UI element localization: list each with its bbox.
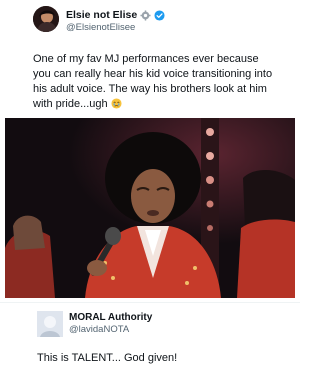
- avatar-image: [33, 6, 59, 32]
- author-avatar[interactable]: [33, 6, 59, 32]
- reply-author-name[interactable]: MORAL Authority: [69, 312, 152, 323]
- tweet-text: One of my fav MJ performances ever becau…: [33, 52, 273, 112]
- author-name-row: Elsie not Elise: [66, 9, 165, 21]
- performance-still-image: [5, 118, 295, 298]
- reply-avatar-image: [37, 311, 63, 337]
- author-handle[interactable]: @ElsienotElisee: [66, 22, 135, 33]
- tweet-media-video[interactable]: [5, 118, 295, 298]
- reply-divider: [0, 302, 300, 303]
- tweet-body: One of my fav MJ performances ever becau…: [33, 53, 273, 110]
- verified-badge-icon: [154, 9, 165, 21]
- gear-emoji: [140, 9, 151, 21]
- author-name[interactable]: Elsie not Elise: [66, 9, 137, 21]
- tweet-post[interactable]: Elsie not Elise @ElsienotElisee One of m…: [0, 0, 300, 300]
- crying-face-emoji: [111, 98, 122, 109]
- reply-text: This is TALENT... God given!: [37, 352, 178, 364]
- reply-author-handle[interactable]: @lavidaNOTA: [69, 324, 129, 335]
- reply-author-avatar[interactable]: [37, 311, 63, 337]
